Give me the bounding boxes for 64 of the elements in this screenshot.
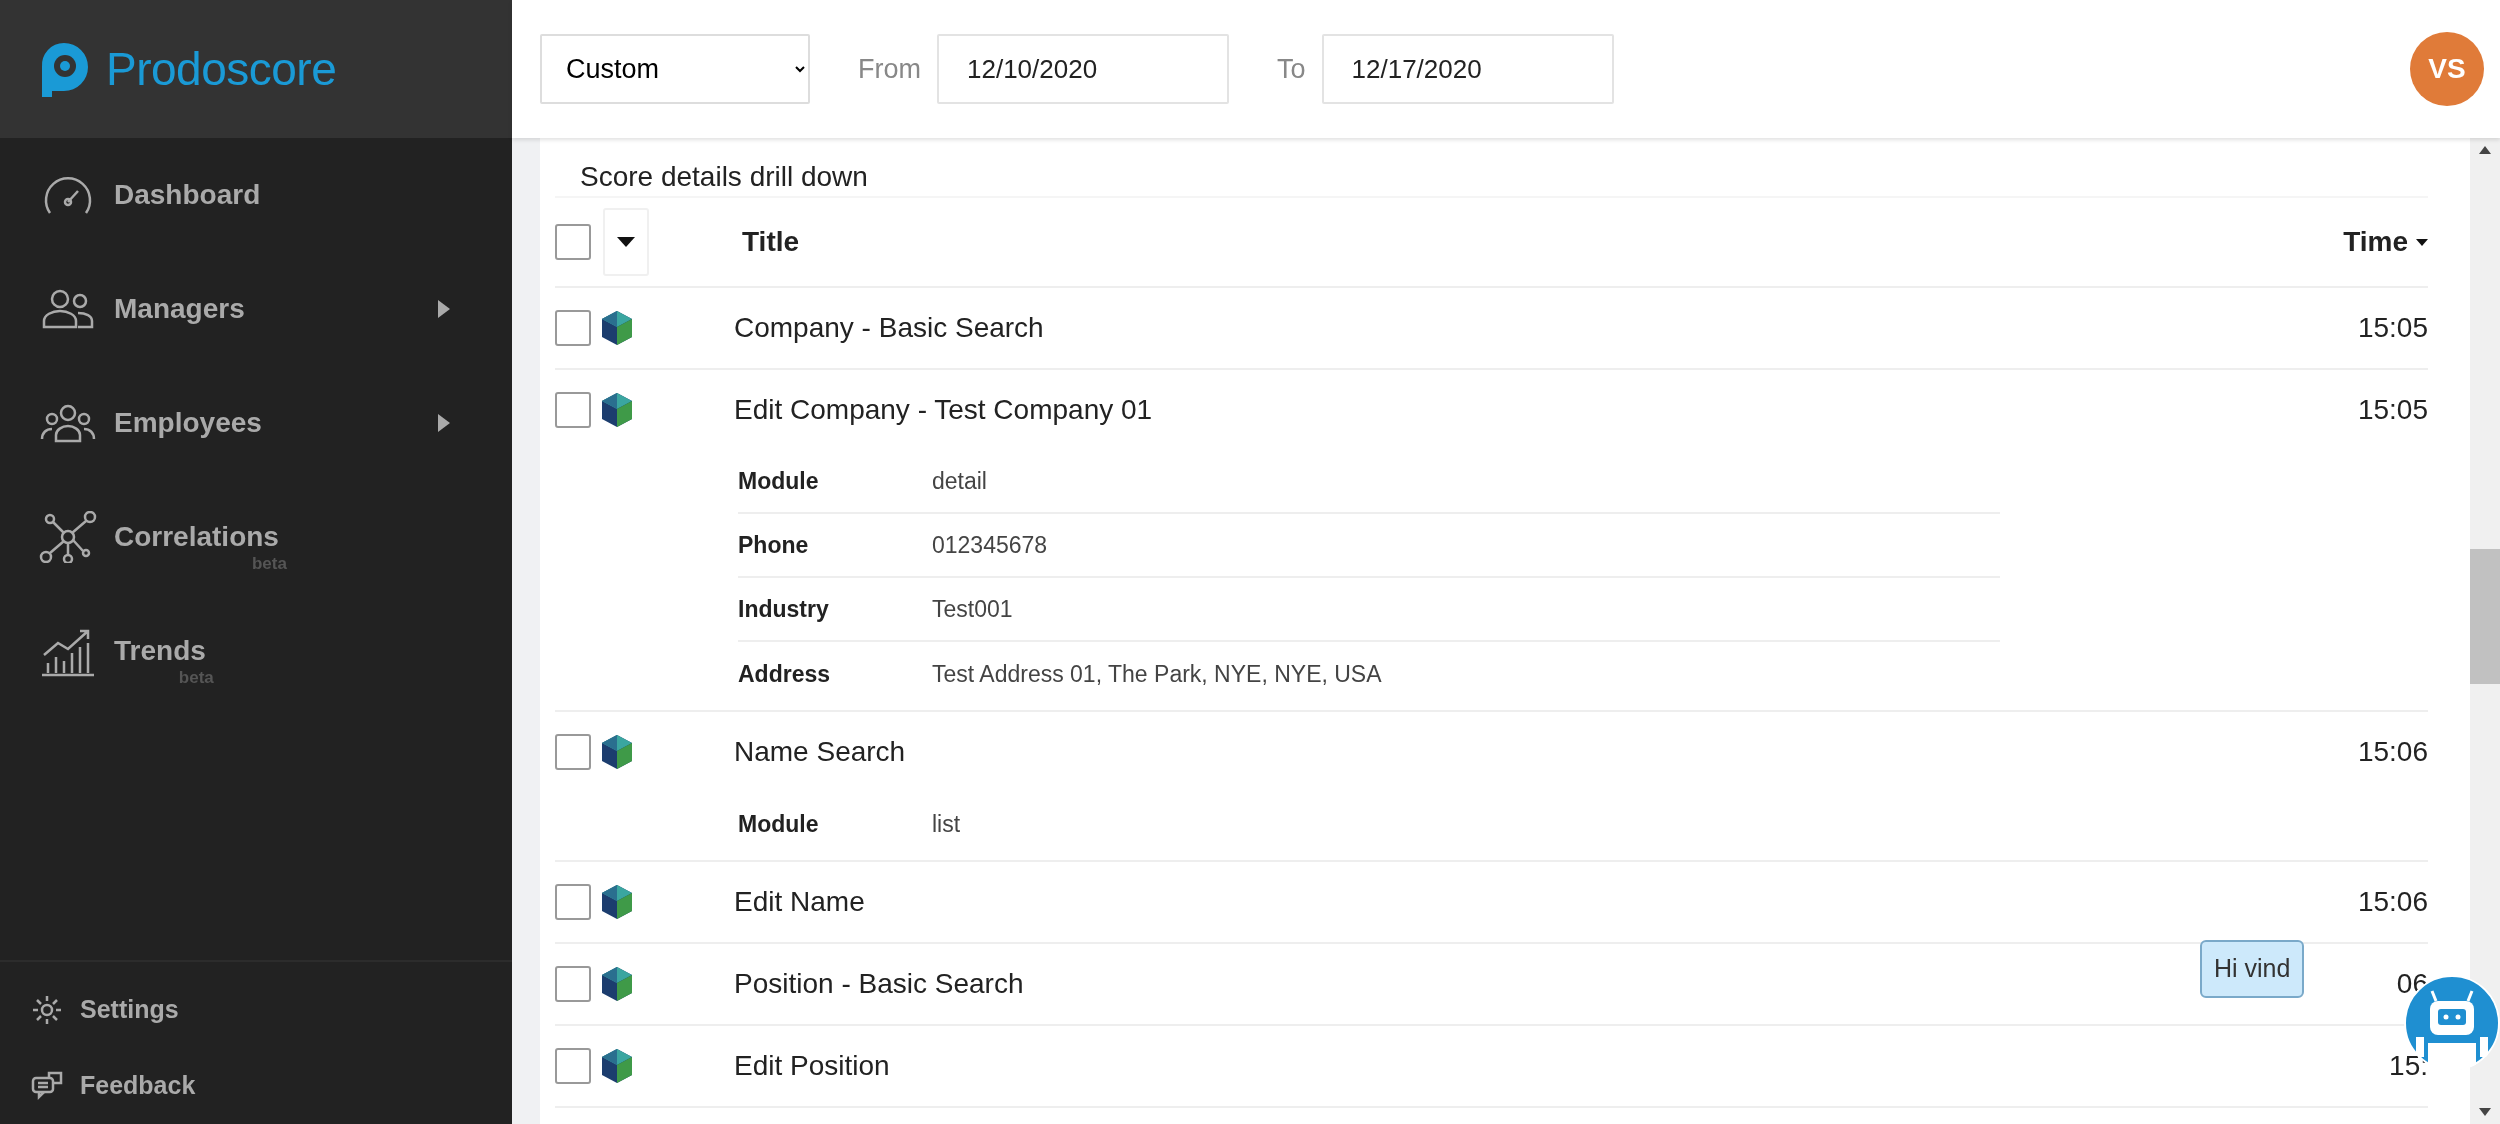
sort-icon [2416, 238, 2428, 246]
scroll-down-icon[interactable] [2479, 1108, 2491, 1116]
scroll-up-icon[interactable] [2479, 146, 2491, 154]
network-icon [38, 511, 98, 563]
nav-label: Employees [114, 407, 262, 438]
nav-item[interactable]: Managers [0, 252, 512, 366]
to-label: To [1277, 52, 1306, 86]
cube-icon [599, 883, 635, 921]
cube-icon [599, 1047, 635, 1085]
detail-value: 012345678 [932, 530, 1048, 560]
nav-item[interactable]: Employees [0, 366, 512, 480]
to-date-field[interactable]: 12/17/2020 [1321, 34, 1614, 104]
row-time: 15:06 [2357, 735, 2428, 769]
panel-title: Score details drill down [579, 160, 869, 194]
nav-item[interactable]: Dashboard [0, 138, 512, 252]
nav-label: Correlations [114, 521, 279, 552]
row-time: 15: [2389, 1049, 2428, 1083]
logo-text: Prodoscore [106, 41, 337, 97]
from-label: From [858, 52, 921, 86]
nav-label: Managers [114, 293, 245, 324]
chat-icon [30, 1070, 64, 1102]
select-all-checkbox[interactable] [555, 224, 591, 260]
row-title: Edit Company - Test Company 01 [733, 393, 1153, 427]
row-checkbox[interactable] [555, 734, 591, 770]
row-checkbox[interactable] [555, 966, 591, 1002]
detail-value: list [932, 809, 961, 839]
cube-icon [599, 733, 635, 771]
footer-nav-item[interactable]: Settings [0, 972, 512, 1048]
row-checkbox[interactable] [555, 392, 591, 428]
footer-nav-label: Settings [80, 994, 179, 1026]
row-checkbox[interactable] [555, 310, 591, 346]
detail-key: Module [738, 806, 932, 842]
caret-icon [617, 237, 635, 247]
row-title: Company - Basic Search [733, 311, 1044, 345]
dropdown-button[interactable] [603, 208, 649, 276]
footer-nav-label: Feedback [80, 1070, 196, 1102]
cube-icon [599, 965, 635, 1003]
detail-key: Module [738, 463, 932, 499]
cube-icon [599, 391, 635, 429]
range-select[interactable]: Custom [540, 34, 810, 104]
from-date-field[interactable]: 12/10/2020 [937, 34, 1229, 104]
row-title: Name Search [733, 735, 906, 769]
detail-value: detail [932, 466, 987, 496]
row-time: 15:05 [2357, 393, 2428, 427]
row-title: Edit Name [733, 885, 865, 919]
chat-bubble[interactable]: Hi vind [2200, 940, 2305, 998]
detail-key: Phone [738, 527, 932, 563]
row-checkbox[interactable] [555, 1048, 591, 1084]
row-title: Edit Position [733, 1049, 890, 1083]
detail-value: Test001 [932, 594, 1013, 624]
row-title: Position - Basic Search [733, 967, 1024, 1001]
detail-key: Industry [738, 591, 932, 627]
row-time: 15:06 [2357, 885, 2428, 919]
column-header[interactable]: Time [2343, 221, 2428, 263]
row-time: 15:05 [2357, 311, 2428, 345]
detail-key: Address [738, 656, 932, 692]
nav-label: Trends [114, 635, 206, 666]
detail-value: Test Address 01, The Park, NYE, NYE, USA [932, 659, 1382, 689]
row-checkbox[interactable] [555, 884, 591, 920]
column-header[interactable]: Title [649, 221, 800, 263]
footer-nav-item[interactable]: Feedback [0, 1048, 512, 1124]
cube-icon [599, 309, 635, 347]
scroll-thumb[interactable] [2470, 549, 2500, 684]
nav-label: Dashboard [114, 179, 261, 210]
